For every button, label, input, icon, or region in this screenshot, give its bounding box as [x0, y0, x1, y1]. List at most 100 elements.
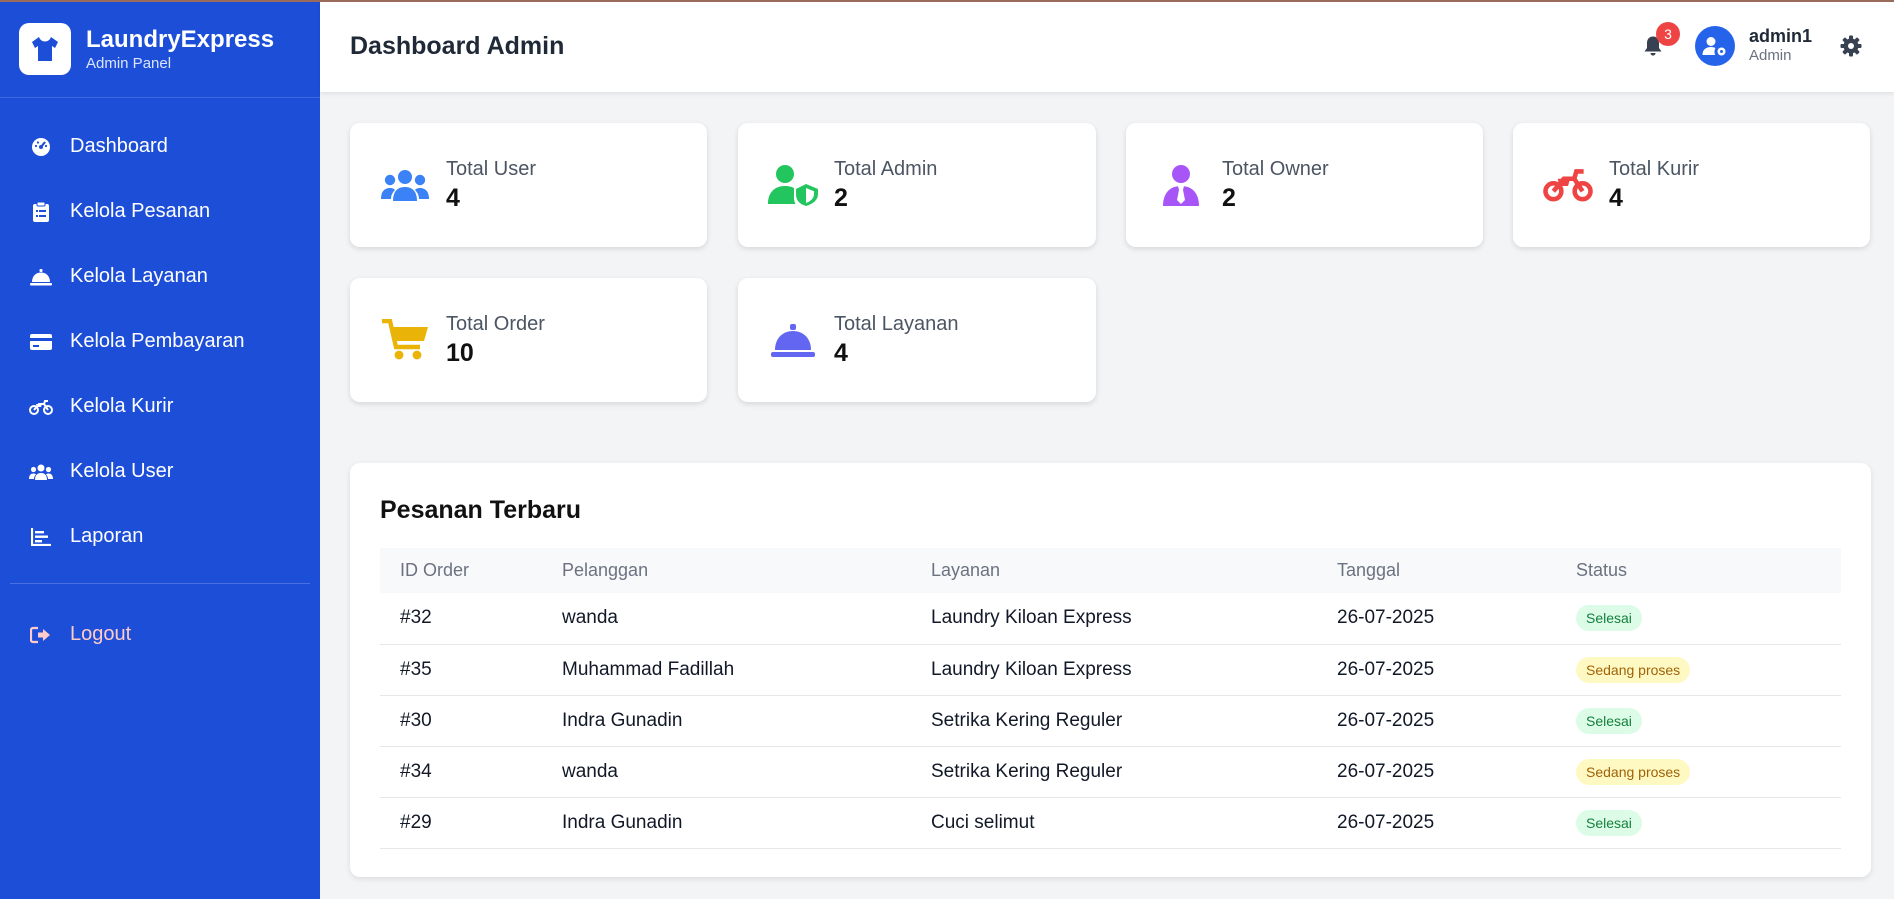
chart-icon [28, 526, 54, 548]
motorcycle-icon [1541, 163, 1595, 207]
column-header-id: ID Order [400, 560, 470, 580]
order-service: Cuci selimut [931, 797, 1337, 849]
table-row[interactable]: #32 wanda Laundry Kiloan Express 26-07-2… [380, 593, 1841, 645]
brand[interactable]: LaundryExpress Admin Panel [0, 0, 320, 98]
stat-card-total-owner[interactable]: Total Owner 2 [1126, 123, 1483, 247]
sidebar-item-label: Kelola Pesanan [70, 200, 211, 222]
status-badge: Sedang proses [1576, 758, 1691, 785]
sidebar-item-kelola-pesanan[interactable]: Kelola Pesanan [0, 179, 320, 244]
brand-subtitle: Admin Panel [86, 54, 172, 72]
credit-card-icon [28, 331, 54, 353]
recent-orders-panel: Pesanan Terbaru ID Order Pelanggan Layan… [350, 463, 1871, 877]
notification-button[interactable]: 3 [1641, 22, 1680, 58]
status-badge: Selesai [1576, 809, 1642, 836]
sidebar-item-label: Kelola Kurir [70, 395, 174, 417]
user-tie-icon [1154, 163, 1208, 207]
column-header-service: Layanan [931, 560, 1001, 580]
service-bell-icon [28, 266, 54, 288]
status-badge: Selesai [1576, 605, 1642, 632]
stat-label: Total Order [446, 313, 545, 335]
order-date: 26-07-2025 [1337, 644, 1576, 696]
top-header: Dashboard Admin 3 admin1 Admin [320, 0, 1894, 92]
stat-label: Total User [446, 158, 537, 180]
order-customer: Indra Gunadin [562, 695, 931, 747]
stat-value: 4 [834, 339, 848, 367]
sidebar-nav: Dashboard Kelola Pesanan Kelola Layanan … [0, 98, 320, 667]
stat-value: 4 [446, 184, 460, 212]
stat-card-total-order[interactable]: Total Order 10 [350, 278, 707, 402]
table-row[interactable]: #34 wanda Setrika Kering Reguler 26-07-2… [380, 746, 1841, 798]
order-customer: wanda [562, 746, 931, 798]
motorcycle-icon [28, 396, 54, 418]
status-badge: Selesai [1576, 707, 1642, 734]
order-service: Setrika Kering Reguler [931, 695, 1337, 747]
settings-button[interactable] [1840, 35, 1862, 57]
sidebar: LaundryExpress Admin Panel Dashboard Kel… [0, 0, 320, 899]
sidebar-item-kelola-layanan[interactable]: Kelola Layanan [0, 244, 320, 309]
logout-label: Logout [70, 623, 132, 645]
order-id: #35 [380, 644, 562, 696]
order-date: 26-07-2025 [1337, 746, 1576, 798]
sidebar-item-dashboard[interactable]: Dashboard [0, 114, 320, 179]
order-customer: wanda [562, 593, 931, 645]
stat-card-total-user[interactable]: Total User 4 [350, 123, 707, 247]
stat-card-total-kurir[interactable]: Total Kurir 4 [1513, 123, 1870, 247]
status-badge: Sedang proses [1576, 656, 1691, 683]
stat-card-total-admin[interactable]: Total Admin 2 [738, 123, 1096, 247]
cart-icon [378, 318, 432, 362]
sidebar-item-label: Kelola Layanan [70, 265, 208, 287]
sidebar-item-laporan[interactable]: Laporan [0, 504, 320, 569]
logout-icon [28, 624, 54, 646]
table-row[interactable]: #29 Indra Gunadin Cuci selimut 26-07-202… [380, 797, 1841, 849]
avatar[interactable] [1694, 26, 1735, 66]
sidebar-divider [10, 583, 310, 584]
column-header-customer: Pelanggan [562, 560, 649, 580]
order-service: Laundry Kiloan Express [931, 593, 1337, 645]
sidebar-item-label: Dashboard [70, 135, 168, 157]
order-date: 26-07-2025 [1337, 797, 1576, 849]
stat-value: 4 [1609, 184, 1623, 212]
gauge-icon [28, 136, 54, 158]
stat-label: Total Admin [834, 158, 938, 180]
column-header-date: Tanggal [1337, 560, 1401, 580]
stat-label: Total Kurir [1609, 158, 1700, 180]
stat-value: 2 [1222, 184, 1236, 212]
order-id: #29 [380, 797, 562, 849]
users-icon [378, 163, 432, 207]
sidebar-item-kelola-pembayaran[interactable]: Kelola Pembayaran [0, 309, 320, 374]
table-row[interactable]: #35 Muhammad Fadillah Laundry Kiloan Exp… [380, 644, 1841, 696]
page-title: Dashboard Admin [350, 31, 565, 60]
notification-badge: 3 [1655, 22, 1680, 46]
top-border [0, 0, 1894, 2]
sidebar-item-kelola-user[interactable]: Kelola User [0, 439, 320, 504]
logout-button[interactable]: Logout [0, 602, 320, 667]
clipboard-icon [28, 201, 54, 223]
brand-name: LaundryExpress [86, 25, 275, 53]
column-header-status: Status [1576, 560, 1628, 580]
order-date: 26-07-2025 [1337, 593, 1576, 645]
order-customer: Indra Gunadin [562, 797, 931, 849]
sidebar-item-kelola-kurir[interactable]: Kelola Kurir [0, 374, 320, 439]
sidebar-item-label: Kelola Pembayaran [70, 330, 245, 352]
user-role: Admin [1748, 47, 1792, 64]
order-service: Laundry Kiloan Express [931, 644, 1337, 696]
shirt-logo-icon [19, 22, 71, 75]
table-row[interactable]: #30 Indra Gunadin Setrika Kering Reguler… [380, 695, 1841, 747]
stat-label: Total Layanan [834, 313, 959, 335]
stat-value: 2 [834, 184, 848, 212]
recent-orders-title: Pesanan Terbaru [380, 496, 582, 524]
order-date: 26-07-2025 [1337, 695, 1576, 747]
order-id: #30 [380, 695, 562, 747]
sidebar-item-label: Kelola User [70, 460, 174, 482]
stat-card-total-layanan[interactable]: Total Layanan 4 [738, 278, 1096, 402]
users-icon [28, 461, 54, 483]
order-id: #34 [380, 746, 562, 798]
user-shield-icon [766, 163, 820, 207]
order-customer: Muhammad Fadillah [562, 644, 931, 696]
sidebar-item-label: Laporan [70, 525, 144, 547]
order-service: Setrika Kering Reguler [931, 746, 1337, 798]
gear-icon [1840, 35, 1862, 57]
stat-value: 10 [446, 339, 474, 367]
stat-label: Total Owner [1222, 158, 1329, 180]
user-cog-icon [1702, 37, 1726, 56]
